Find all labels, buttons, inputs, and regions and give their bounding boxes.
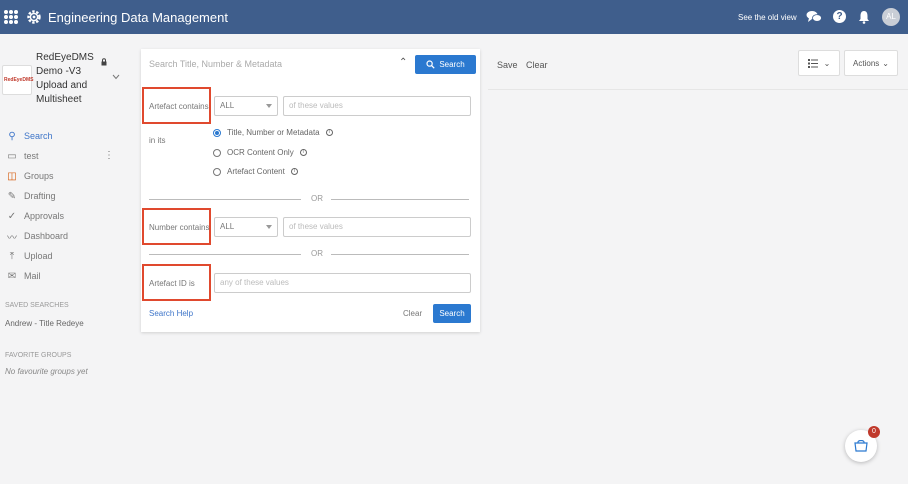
sidebar-item-label: Approvals: [24, 211, 65, 221]
groups-icon: ◫: [7, 170, 17, 182]
top-bar: Engineering Data Management See the old …: [0, 0, 908, 34]
info-icon[interactable]: i: [290, 168, 298, 175]
save-search-button[interactable]: Save: [497, 60, 518, 70]
upload-icon: ⤒: [9, 250, 15, 262]
kebab-menu-icon[interactable]: ⋮: [104, 150, 114, 161]
sidebar-item-label: Search: [24, 131, 53, 141]
or-divider: OR: [149, 249, 469, 259]
artefact-contains-label: Artefact contains: [149, 102, 209, 111]
info-icon[interactable]: i: [325, 129, 333, 136]
sidebar-item-search[interactable]: ⚲ Search: [6, 126, 130, 146]
sidebar-item-approvals[interactable]: ✓ Approvals: [6, 206, 130, 226]
search-button[interactable]: Search: [415, 55, 476, 74]
check-icon: ✓: [7, 210, 17, 222]
sidebar-item-mail[interactable]: ✉ Mail: [6, 266, 130, 286]
search-submit-button[interactable]: Search: [433, 304, 471, 323]
sidebar-item-label: Drafting: [24, 191, 56, 201]
chevron-down-icon[interactable]: [112, 74, 120, 80]
toolbar-divider: [488, 89, 908, 90]
project-logo-text: RedEyeDMS: [4, 77, 34, 83]
radio-label: Title, Number or Metadata: [227, 128, 320, 137]
or-label: OR: [311, 249, 323, 258]
radio-ocr-content[interactable]: OCR Content Only i: [213, 148, 307, 157]
sidebar-item-label: test: [24, 151, 39, 161]
number-values-input[interactable]: of these values: [283, 217, 471, 237]
help-icon[interactable]: ?: [833, 10, 846, 23]
sidebar-item-upload[interactable]: ⤒ Upload: [6, 246, 130, 266]
or-label: OR: [311, 194, 323, 203]
lock-icon: [101, 58, 107, 66]
chevron-down-icon: ⌄: [882, 58, 889, 68]
project-name[interactable]: RedEyeDMS Demo -V3 Upload and Multisheet: [36, 51, 96, 107]
pencil-icon: ✎: [7, 190, 17, 202]
folder-icon: ▭: [7, 150, 17, 162]
favorite-groups-empty: No favourite groups yet: [5, 367, 88, 376]
chevron-up-double-icon[interactable]: ⌃: [399, 57, 407, 68]
view-toggle-button[interactable]: ⌄: [798, 50, 840, 76]
actions-button[interactable]: Actions ⌄: [844, 50, 898, 76]
radio-title-number-metadata[interactable]: Title, Number or Metadata i: [213, 128, 333, 137]
app-grid-icon[interactable]: [4, 10, 18, 24]
number-contains-select[interactable]: ALL: [214, 217, 278, 237]
or-divider: OR: [149, 194, 469, 204]
radio-label: Artefact Content: [227, 167, 285, 176]
old-view-link[interactable]: See the old view: [738, 13, 797, 22]
project-logo: RedEyeDMS: [2, 65, 34, 95]
sidebar-nav: ⚲ Search ▭ test ⋮ ◫ Groups ✎ Drafting ✓ …: [6, 126, 130, 286]
cart-badge: 0: [868, 426, 880, 438]
gear-icon: [27, 10, 41, 24]
radio-artefact-content[interactable]: Artefact Content i: [213, 167, 298, 176]
search-help-link[interactable]: Search Help: [149, 309, 193, 318]
artefact-id-label: Artefact ID is: [149, 279, 195, 288]
clear-button[interactable]: Clear: [403, 309, 422, 318]
chevron-down-icon: ⌄: [823, 58, 831, 68]
artefact-id-input[interactable]: any of these values: [214, 273, 471, 293]
list-view-icon: [807, 58, 818, 68]
advanced-search-panel: ⌃ Search Artefact contains ALL of these …: [141, 49, 480, 332]
search-icon: ⚲: [8, 130, 16, 142]
bell-icon[interactable]: [858, 10, 870, 24]
saved-search-item[interactable]: Andrew - Title Redeye: [5, 319, 84, 328]
search-button-label: Search: [439, 60, 465, 69]
search-icon: [426, 60, 435, 69]
artefact-values-input[interactable]: of these values: [283, 96, 471, 116]
sidebar-item-drafting[interactable]: ✎ Drafting: [6, 186, 130, 206]
artefact-contains-select[interactable]: ALL: [214, 96, 278, 116]
cart-icon: [854, 440, 868, 452]
actions-button-label: Actions: [853, 58, 880, 68]
number-select-value: ALL: [220, 222, 235, 231]
info-icon[interactable]: i: [299, 149, 307, 156]
chat-icon[interactable]: [806, 10, 822, 24]
sidebar-item-label: Mail: [24, 271, 41, 281]
number-contains-label: Number contains: [149, 223, 210, 232]
radio-label: OCR Content Only: [227, 148, 294, 157]
favorite-groups-heading: FAVORITE GROUPS: [5, 352, 72, 359]
sidebar-item-label: Upload: [24, 251, 53, 261]
sidebar-item-test[interactable]: ▭ test ⋮: [6, 146, 130, 166]
clear-search-button[interactable]: Clear: [526, 60, 548, 70]
app-title: Engineering Data Management: [48, 10, 228, 25]
sidebar: RedEyeDMS RedEyeDMS Demo -V3 Upload and …: [0, 34, 134, 484]
sidebar-item-label: Dashboard: [24, 231, 69, 241]
sidebar-item-dashboard[interactable]: 〰 Dashboard: [6, 226, 130, 246]
search-input[interactable]: [149, 55, 389, 73]
chart-line-icon: 〰: [7, 232, 17, 244]
in-its-label: in its: [149, 136, 166, 145]
sidebar-item-groups[interactable]: ◫ Groups: [6, 166, 130, 186]
user-avatar[interactable]: AL: [882, 8, 900, 26]
artefact-select-value: ALL: [220, 101, 235, 110]
mail-icon: ✉: [7, 270, 17, 282]
saved-searches-heading: SAVED SEARCHES: [5, 302, 69, 309]
sidebar-item-label: Groups: [24, 171, 54, 181]
